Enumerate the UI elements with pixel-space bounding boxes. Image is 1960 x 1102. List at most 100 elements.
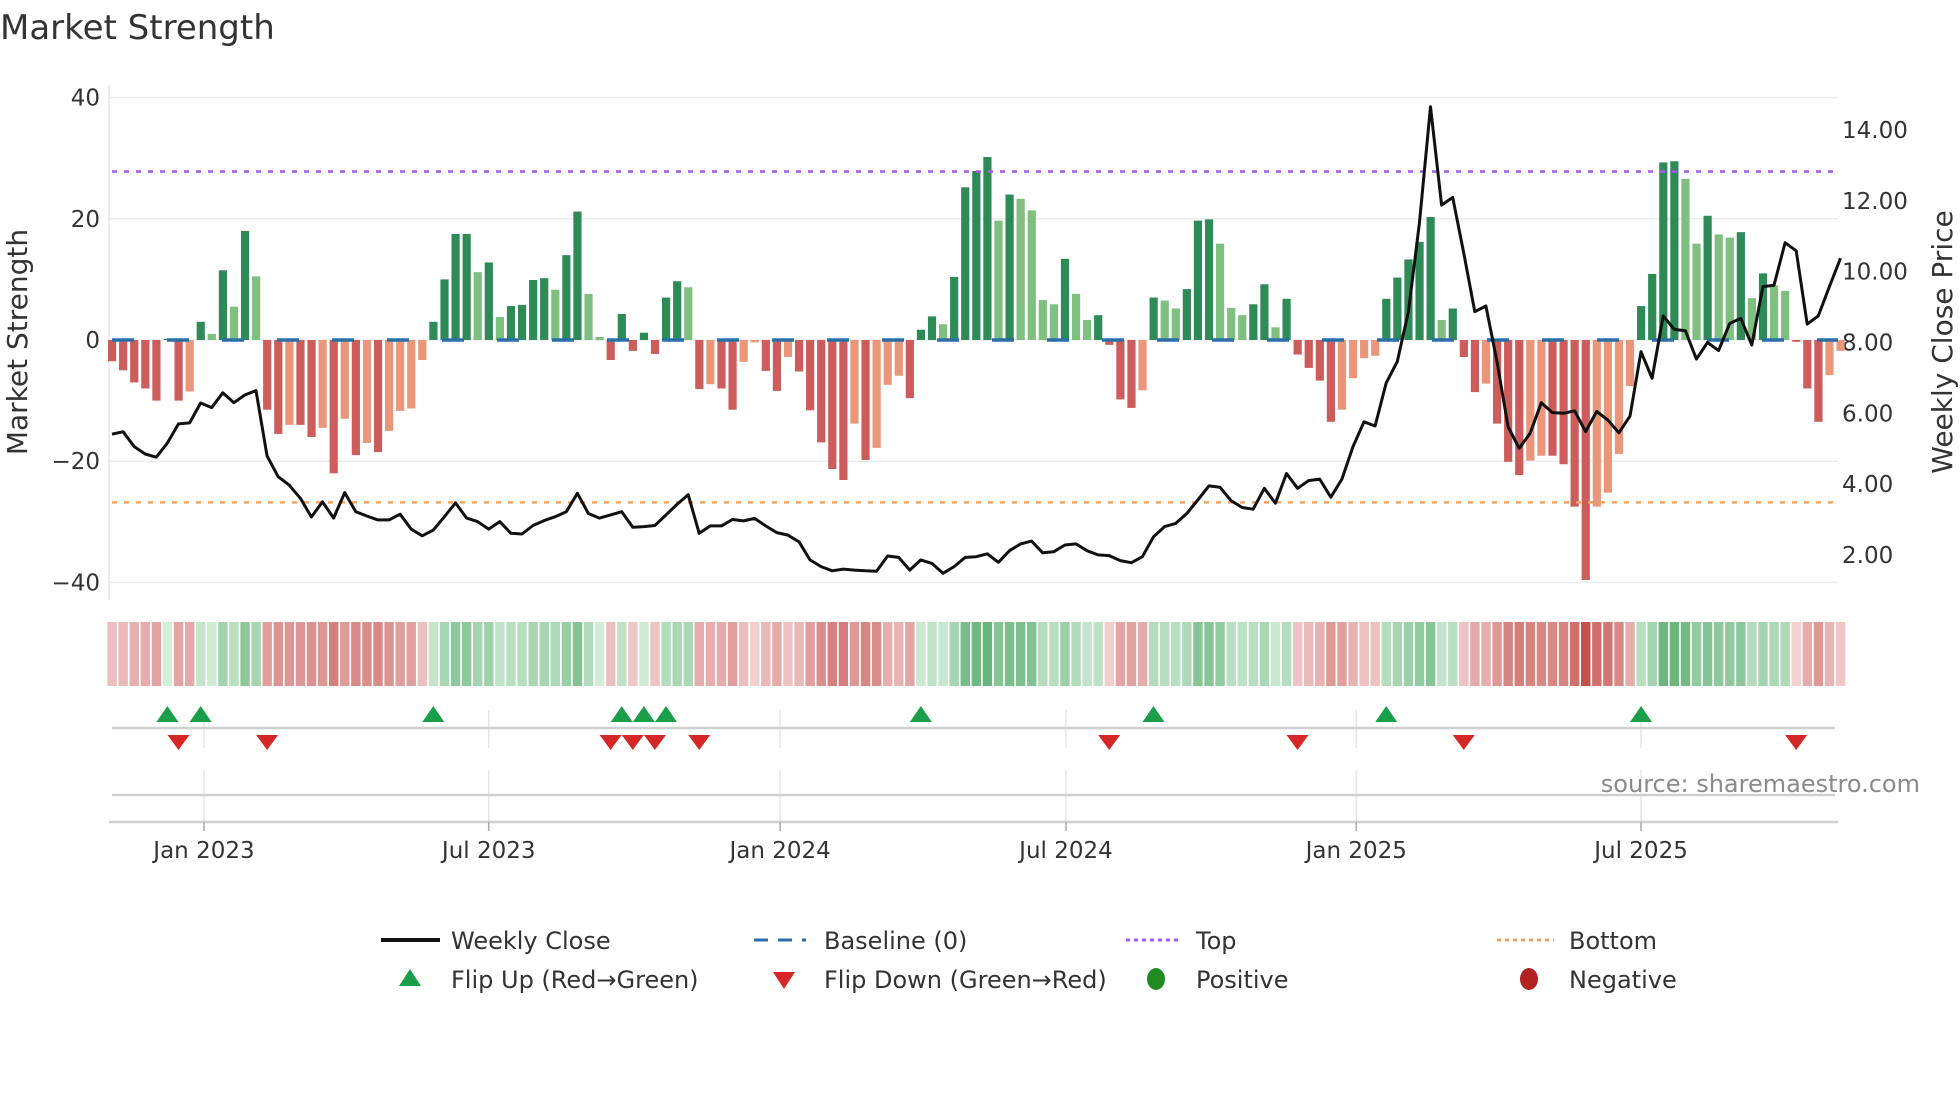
strength-bar: [950, 276, 959, 340]
x-tick-label: Jan 2024: [727, 838, 830, 864]
heatmap-cell: [428, 622, 439, 686]
heatmap-cell: [738, 622, 749, 686]
strength-bar: [750, 340, 759, 343]
heatmap-cell: [1348, 622, 1358, 686]
strength-bar: [1016, 198, 1025, 340]
heatmap-cell: [905, 622, 915, 686]
heatmap-cell: [1558, 622, 1569, 686]
flip-up-marker: [189, 706, 212, 722]
heatmap-cell: [583, 622, 594, 686]
y-tick-label: −20: [51, 449, 100, 475]
strength-bar: [1792, 340, 1801, 342]
strength-bar: [1182, 289, 1191, 340]
heatmap-cell: [1292, 622, 1303, 686]
strength-bar: [1703, 215, 1712, 340]
strength-bar: [1005, 194, 1014, 340]
legend-item-flip-up[interactable]: Flip Up (Red→Green): [399, 966, 699, 994]
strength-bar: [1027, 210, 1036, 340]
strength-bar: [1371, 340, 1380, 356]
y2-tick-label: 2.00: [1842, 543, 1893, 569]
flip-down-marker: [599, 735, 622, 750]
heatmap-cell: [1725, 622, 1735, 686]
heatmap-cell: [362, 622, 372, 686]
legend-item-flip-down[interactable]: Flip Down (Green→Red): [773, 966, 1107, 994]
heatmap-cell: [1182, 622, 1192, 686]
strength-bar: [1714, 234, 1723, 340]
heatmap-cell: [639, 622, 649, 686]
heatmap-cell: [694, 622, 705, 686]
y2-tick-label: 8.00: [1842, 331, 1893, 357]
source-label: source: sharemaestro.com: [1601, 770, 1920, 798]
heatmap-cell: [1647, 622, 1657, 686]
strength-bar: [706, 340, 715, 385]
strength-bar: [794, 340, 804, 372]
strength-bar: [1282, 298, 1291, 340]
y-tick-label: 40: [71, 86, 100, 112]
x-tick-label: Jul 2023: [440, 838, 536, 864]
heatmap-cell: [838, 622, 849, 686]
flip-down-marker: [643, 735, 666, 750]
heatmap-cell: [539, 622, 549, 686]
y2-tick-label: 6.00: [1842, 401, 1893, 427]
left-axis-title: Market Strength: [1, 229, 34, 455]
strength-bar: [1249, 304, 1258, 340]
heatmap-cell: [561, 622, 572, 686]
heatmap-cell: [1547, 622, 1558, 686]
legend-item-weekly-close[interactable]: Weekly Close: [381, 927, 611, 955]
legend-item-positive[interactable]: Positive: [1147, 966, 1289, 994]
heatmap-cell: [1714, 622, 1724, 686]
strength-bar: [1348, 340, 1358, 379]
heatmap-cell: [473, 622, 483, 686]
heatmap-cell: [750, 622, 760, 686]
heatmap-cell: [284, 622, 295, 686]
heatmap-cell: [1270, 622, 1281, 686]
heatmap-cell: [461, 622, 472, 686]
strength-bar: [1781, 290, 1790, 340]
strength-bar: [916, 329, 926, 340]
strength-bar: [1083, 320, 1092, 340]
strength-bar: [329, 340, 338, 474]
flip-up-marker: [909, 706, 932, 722]
legend-item-top[interactable]: Top: [1126, 927, 1237, 955]
strength-bar: [418, 340, 427, 360]
heatmap-cell: [229, 622, 239, 686]
heatmap-cell: [1215, 622, 1225, 686]
strength-bar: [1326, 340, 1335, 422]
heatmap-cell: [1281, 622, 1292, 686]
heatmap-cell: [783, 622, 793, 686]
left-axis-ticks: 40 20 0 −20 −40: [51, 86, 100, 597]
flip-down-marker: [621, 735, 644, 750]
strength-bar: [828, 340, 837, 470]
legend-item-baseline[interactable]: Baseline (0): [754, 927, 967, 955]
strength-bar: [307, 340, 316, 437]
heatmap-cell: [1403, 622, 1414, 686]
heatmap-cell: [151, 622, 162, 686]
strength-bar: [617, 313, 626, 340]
heatmap-cell: [816, 622, 826, 686]
heatmap-cell: [1592, 622, 1602, 686]
y2-tick-label: 12.00: [1842, 189, 1908, 215]
strength-bar: [274, 340, 283, 434]
heatmap-cell: [1791, 622, 1801, 686]
strength-bar: [1094, 315, 1103, 340]
market-strength-chart: Market Strength 40 20 0 −20 −40 14.00 12.00 10…: [0, 8, 1959, 994]
strength-bar: [351, 340, 360, 456]
heatmap-cell: [1337, 622, 1347, 686]
strength-bar: [484, 262, 493, 340]
strength-bar: [517, 304, 527, 340]
legend-label: Flip Down (Green→Red): [824, 966, 1107, 994]
strength-bar: [263, 340, 272, 410]
strength-bar: [1592, 340, 1601, 507]
legend-item-bottom[interactable]: Bottom: [1497, 927, 1657, 955]
y-tick-label: 0: [85, 328, 100, 354]
strength-bar: [1581, 340, 1590, 580]
legend-label: Flip Up (Red→Green): [451, 966, 699, 994]
strength-bar: [1526, 340, 1535, 461]
strength-bar: [894, 340, 903, 376]
heatmap-cell: [805, 622, 815, 686]
heatmap-cell: [528, 622, 538, 686]
heatmap-cell: [329, 622, 339, 686]
heatmap-cell: [628, 622, 638, 686]
strength-bar: [1127, 340, 1136, 408]
legend-item-negative[interactable]: Negative: [1520, 966, 1677, 994]
